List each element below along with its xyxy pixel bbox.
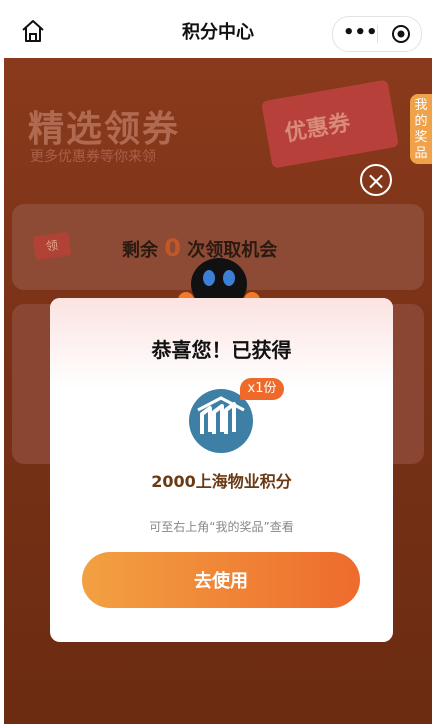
top-navigation-bar: 积分中心 ••• [0, 0, 436, 58]
prize-location-hint: 可至右上角“我的奖品”查看 [149, 520, 294, 534]
banner-title: 精选领券 [28, 109, 181, 150]
remain-prefix: 剩余 [122, 240, 158, 261]
dialog-heading: 恭喜您！已获得 [151, 338, 292, 362]
coupon-text: 优惠券 [282, 110, 353, 147]
claim-tag: 领 [32, 231, 72, 261]
more-options-icon[interactable]: ••• [343, 24, 378, 44]
exit-target-icon[interactable] [391, 24, 411, 44]
prize-name: 2000上海物业积分 [151, 472, 292, 491]
use-now-button[interactable]: 去使用 [82, 552, 360, 608]
quantity-badge: x1份 [240, 378, 284, 400]
close-popup-button[interactable]: × [360, 164, 392, 196]
coupon-graphic: 优惠券 [261, 79, 399, 169]
my-prizes-tab[interactable]: 我的奖品 [410, 94, 432, 164]
mini-program-capsule: ••• [332, 16, 422, 52]
capsule-divider [377, 25, 378, 43]
reward-dialog: 恭喜您！已获得 x1份 2000上海物业积分 可至右上角“我的奖品”查看 去使用 [50, 298, 393, 642]
banner-subtitle: 更多优惠券等你来领 [30, 149, 156, 165]
